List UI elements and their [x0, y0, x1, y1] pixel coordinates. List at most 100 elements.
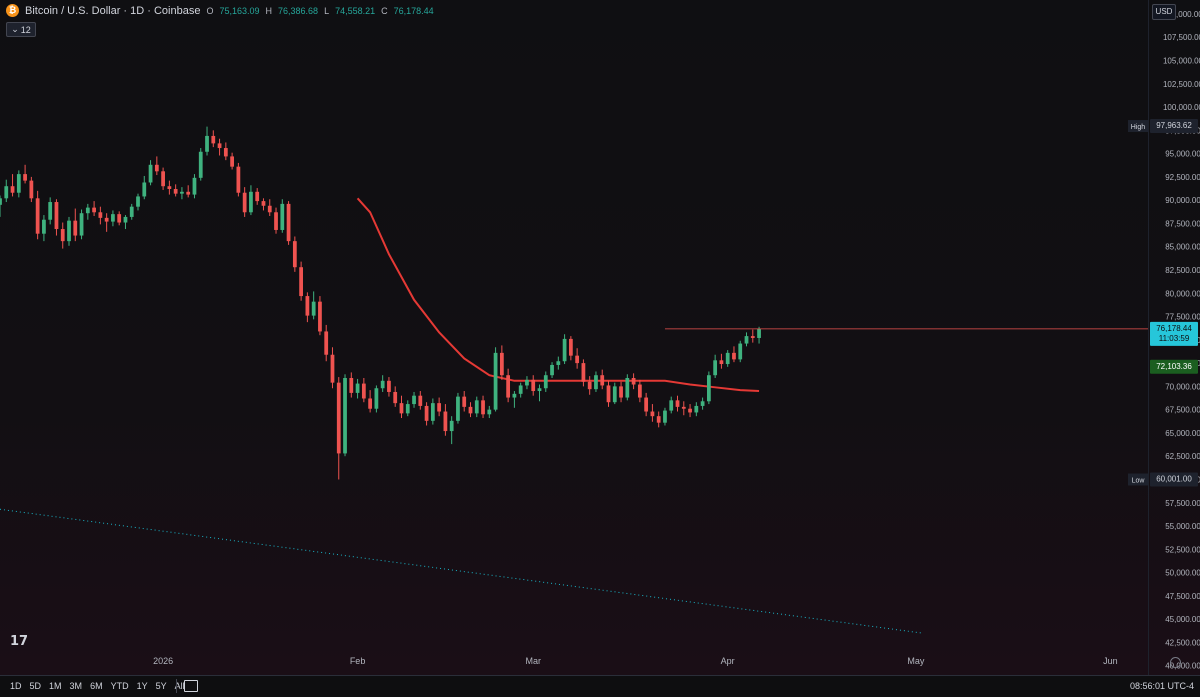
candle-body	[424, 405, 429, 421]
candle-body	[361, 383, 366, 399]
indicators-toggle-button[interactable]: ⌄ 12	[6, 22, 36, 37]
candle-body	[412, 395, 416, 405]
candle-body	[456, 396, 460, 421]
candle-body	[79, 213, 84, 236]
candle-body	[54, 202, 59, 230]
candle-body	[217, 143, 222, 149]
candle-body	[85, 207, 90, 214]
candle-body	[117, 214, 122, 223]
candle-body	[719, 360, 724, 365]
toolbar-divider	[176, 679, 177, 693]
candle-body	[493, 352, 498, 410]
candle-body	[631, 378, 636, 385]
badge-label: Low	[1132, 477, 1146, 484]
symbol-legend: ₿ Bitcoin / U.S. Dollar · 1D · Coinbase …	[6, 4, 434, 17]
candle-body	[738, 343, 743, 360]
candle-body	[123, 216, 128, 223]
currency-selector[interactable]: USD	[1152, 4, 1176, 20]
candle-body	[568, 338, 573, 356]
timeframe-5d[interactable]: 5D	[26, 679, 46, 693]
timeframe-3m[interactable]: 3M	[66, 679, 87, 693]
candle-body	[512, 393, 517, 398]
gear-icon[interactable]	[1170, 657, 1181, 668]
candle-body	[330, 354, 335, 383]
candle-body	[355, 383, 360, 393]
price-badge-text: 97,963.62	[1156, 121, 1192, 130]
green-level-badge-text: 72,103.36	[1156, 362, 1192, 371]
candle-body	[462, 396, 467, 407]
y-tick-label: 67,500.00	[1165, 406, 1200, 415]
candle-body	[669, 400, 674, 411]
ohlc-open-key: O	[206, 5, 214, 16]
candle-body	[556, 361, 561, 365]
bottom-toolbar: 1D 5D 1M 3M 6M YTD 1Y 5Y All 08:56:01 UT…	[0, 675, 1200, 697]
candle-body	[688, 408, 692, 413]
candle-body	[550, 364, 554, 376]
candle-body	[481, 400, 485, 415]
ohlc-close-key: C	[381, 5, 388, 16]
candle-body	[154, 164, 159, 172]
clock[interactable]: 08:56:01 UTC-4	[1130, 681, 1194, 691]
ohlc-open-value: 75,163.09	[219, 5, 260, 16]
candle-body	[518, 385, 523, 394]
y-tick-label: 50,000.00	[1165, 569, 1200, 578]
y-tick-label: 62,500.00	[1165, 452, 1200, 461]
candle-body	[525, 379, 529, 386]
calendar-icon[interactable]	[184, 680, 198, 692]
y-tick-label: 102,500.00	[1163, 80, 1200, 89]
candle-body	[499, 352, 504, 376]
bitcoin-icon: ₿	[6, 4, 19, 17]
timeframe-1m[interactable]: 1M	[45, 679, 66, 693]
candle-body	[60, 229, 65, 242]
timeframe-5y[interactable]: 5Y	[152, 679, 171, 693]
chart-area[interactable]: 110,000.00 107,500.00 105,000.00 102,500.00…	[0, 0, 1200, 696]
x-tick-label: May	[907, 656, 925, 666]
candle-body	[173, 189, 178, 194]
candle-body	[336, 382, 341, 454]
candle-body	[625, 378, 630, 398]
candle-body	[142, 182, 147, 197]
candle-body	[757, 328, 761, 338]
candle-body	[694, 405, 699, 413]
y-tick-label: 90,000.00	[1165, 196, 1200, 205]
candle-body	[368, 398, 373, 409]
candle-body	[468, 406, 473, 414]
y-tick-label: 80,000.00	[1165, 289, 1200, 298]
candle-body	[487, 409, 492, 415]
timeframe-1d[interactable]: 1D	[6, 679, 26, 693]
badge-label: High	[1131, 124, 1146, 131]
candle-body	[537, 388, 542, 392]
price-chart[interactable]: 110,000.00107,500.00105,000.00102,500.00…	[0, 0, 1200, 675]
x-tick-label: Feb	[350, 656, 366, 666]
ohlc-low-key: L	[324, 5, 330, 16]
candle-body	[0, 198, 2, 205]
ohlc-values: O 75,163.09 H 76,386.68 L 74,558.21 C 76,178…	[206, 6, 433, 16]
tradingview-logo[interactable]: 17	[10, 634, 28, 649]
candle-body	[242, 192, 247, 213]
x-tick-label: Mar	[525, 656, 541, 666]
timeframe-ytd[interactable]: YTD	[107, 679, 133, 693]
candle-body	[744, 336, 749, 344]
timeframe-1y[interactable]: 1Y	[133, 679, 152, 693]
candle-body	[29, 180, 34, 199]
candle-body	[706, 375, 711, 402]
timeframe-6m[interactable]: 6M	[86, 679, 107, 693]
candle-body	[619, 386, 623, 398]
symbol-title[interactable]: Bitcoin / U.S. Dollar · 1D · Coinbase	[25, 5, 200, 17]
y-tick-label: 85,000.00	[1165, 243, 1200, 252]
indicator-count: 12	[20, 24, 31, 35]
candle-body	[92, 207, 96, 213]
y-tick-label: 82,500.00	[1165, 266, 1200, 275]
candle-body	[399, 403, 404, 414]
x-tick-label: Jun	[1103, 656, 1118, 666]
y-tick-label: 107,500.00	[1163, 33, 1200, 42]
candle-body	[405, 404, 410, 414]
candle-body	[67, 220, 71, 242]
candle-body	[129, 206, 134, 217]
candle-body	[167, 186, 172, 189]
candle-body	[23, 174, 27, 181]
y-tick-label: 87,500.00	[1165, 219, 1200, 228]
y-tick-label: 42,500.00	[1165, 638, 1200, 647]
y-tick-label: 70,000.00	[1165, 382, 1200, 391]
candle-body	[42, 219, 46, 234]
